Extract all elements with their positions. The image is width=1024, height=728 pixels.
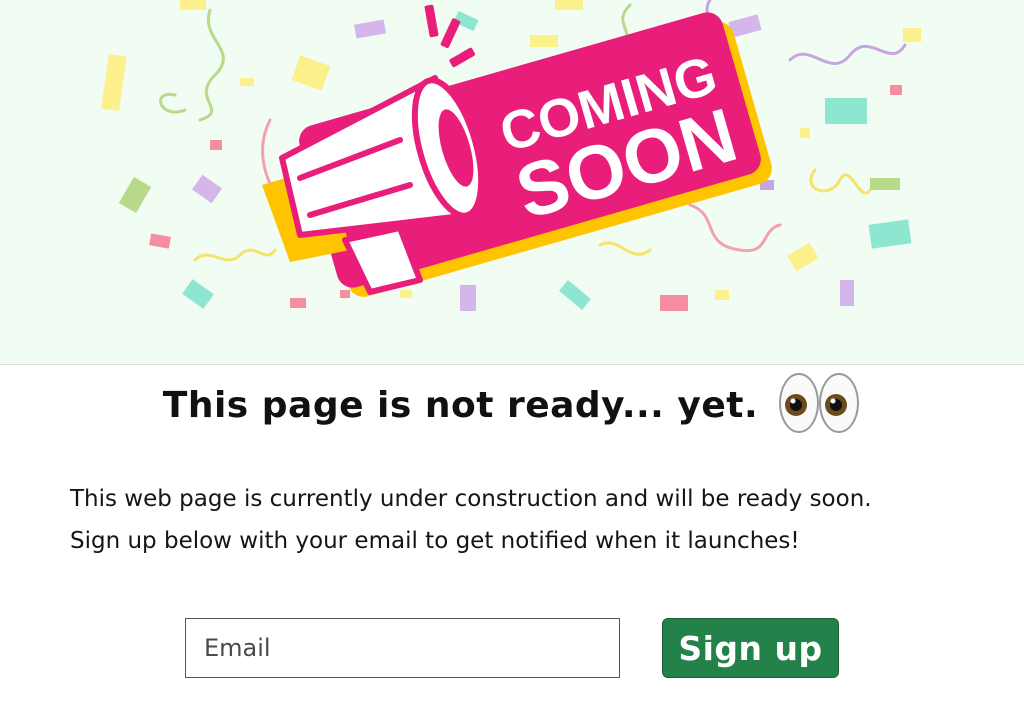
- page-heading: This page is not ready... yet.: [0, 373, 1024, 438]
- description-line2: Sign up below with your email to get not…: [70, 528, 800, 554]
- sound-lines: [424, 4, 476, 68]
- email-input[interactable]: [185, 618, 620, 678]
- signup-button[interactable]: Sign up: [662, 618, 839, 678]
- description: This web page is currently under constru…: [70, 478, 990, 562]
- coming-soon-illustration: COMING SOON: [101, 0, 921, 311]
- hero-banner: COMING SOON: [0, 0, 1024, 365]
- heading-text: This page is not ready... yet.: [162, 385, 759, 426]
- eyes-icon: [777, 372, 861, 434]
- description-line1: This web page is currently under constru…: [70, 486, 872, 512]
